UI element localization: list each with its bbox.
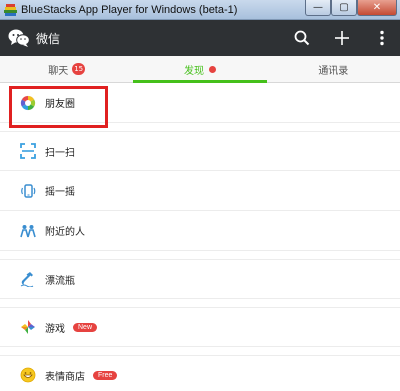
list-item-label: 扫一扫	[45, 147, 75, 159]
list-item-scan[interactable]: 扫一扫	[0, 131, 400, 171]
free-badge: Free	[93, 370, 118, 380]
bluestacks-logo-icon	[4, 3, 17, 16]
list-item-games[interactable]: 游戏 New	[0, 307, 400, 347]
app-name: 微信	[36, 31, 61, 46]
list-item-label: 朋友圈	[45, 99, 75, 110]
new-badge: New	[73, 322, 98, 332]
list-item-nearby[interactable]: 附近的人	[0, 211, 400, 251]
close-button[interactable]: ✕	[357, 0, 397, 16]
tab-bar: 聊天 15 发现 通讯录	[0, 56, 400, 83]
list-item-label: 附近的人	[45, 227, 85, 238]
list-item-label: 漂流瓶	[45, 275, 75, 287]
minimize-button[interactable]: —	[305, 0, 331, 16]
tab-contacts-label: 通讯录	[318, 65, 349, 77]
discover-list: 朋友圈 扫一扫 摇一摇 附近的人 漂流瓶 游戏 New 表情商店 Free	[0, 83, 400, 391]
tab-chats[interactable]: 聊天 15	[0, 56, 133, 82]
list-item-drift-bottle[interactable]: 漂流瓶	[0, 259, 400, 299]
window-titlebar[interactable]: BlueStacks App Player for Windows (beta-…	[0, 0, 400, 20]
list-item-sticker-store[interactable]: 表情商店 Free	[0, 355, 400, 391]
maximize-button[interactable]: ▢	[331, 0, 357, 16]
search-icon[interactable]	[290, 26, 314, 50]
unread-count-badge: 15	[72, 63, 86, 75]
games-icon	[20, 319, 36, 335]
tab-discover-label: 发现	[183, 65, 204, 77]
tab-discover[interactable]: 发现	[133, 56, 267, 83]
list-item-label: 摇一摇	[45, 187, 75, 198]
tab-chats-label: 聊天	[48, 65, 69, 77]
list-item-shake[interactable]: 摇一摇	[0, 171, 400, 211]
nearby-people-icon	[20, 223, 36, 239]
tab-contacts[interactable]: 通讯录	[267, 56, 400, 82]
moments-icon	[20, 95, 36, 111]
shake-icon	[20, 183, 36, 199]
window-controls: — ▢ ✕	[305, 0, 397, 16]
add-icon[interactable]	[330, 26, 354, 50]
window-title: BlueStacks App Player for Windows (beta-…	[21, 3, 238, 16]
list-item-label: 表情商店	[45, 371, 85, 383]
new-dot-badge	[208, 65, 216, 73]
actionbar-icons	[274, 20, 394, 56]
more-icon[interactable]	[370, 26, 394, 50]
sticker-store-icon	[20, 367, 36, 383]
drift-bottle-icon	[20, 271, 36, 287]
list-item-moments[interactable]: 朋友圈	[0, 83, 400, 123]
wechat-actionbar: 微信	[0, 20, 400, 56]
app-window: BlueStacks App Player for Windows (beta-…	[0, 0, 400, 391]
wechat-logo-icon	[8, 28, 30, 48]
scan-icon	[20, 143, 36, 159]
list-item-label: 游戏	[45, 323, 65, 335]
